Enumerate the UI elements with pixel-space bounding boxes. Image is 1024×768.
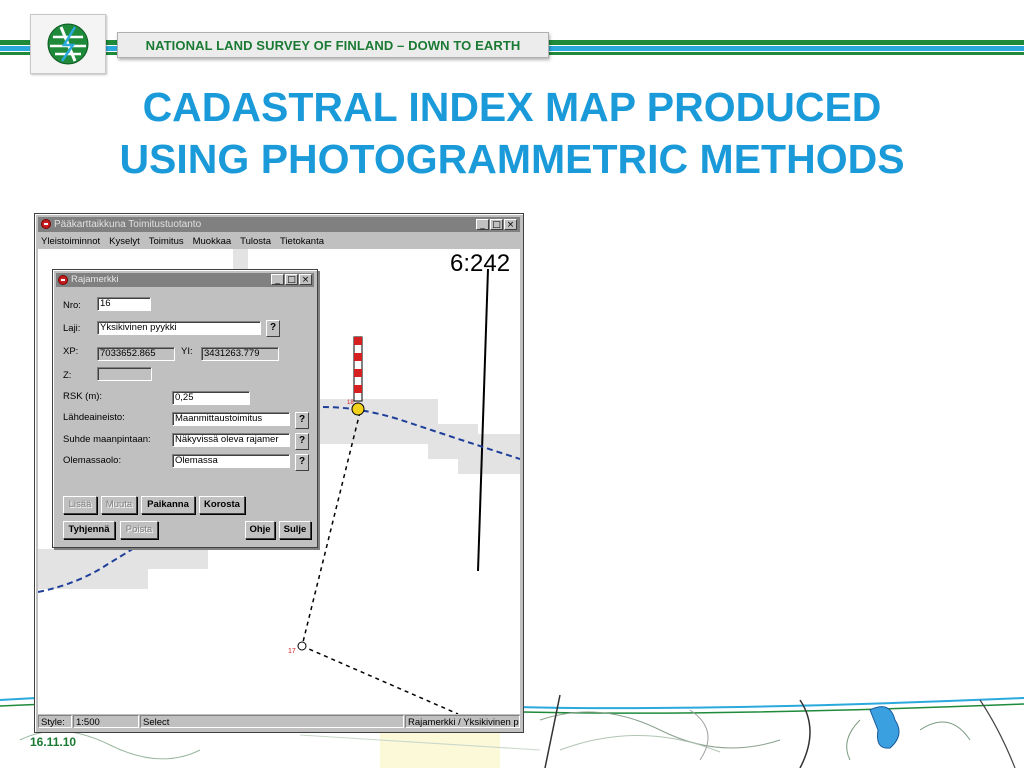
dialog-minimize-button[interactable]: _ [271, 274, 284, 285]
app-icon [58, 275, 68, 285]
z-field[interactable] [97, 367, 152, 381]
suhde-help-button[interactable]: ? [295, 433, 309, 450]
menu-muokkaa[interactable]: Muokkaa [193, 234, 232, 249]
dialog-maximize-button[interactable]: □ [285, 274, 298, 285]
muuta-button[interactable]: Muuta [101, 496, 137, 514]
z-label: Z: [63, 370, 72, 381]
xp-field[interactable]: 7033652.865 [97, 347, 175, 361]
laji-label: Laji: [63, 323, 81, 334]
suhde-label: Suhde maanpintaan: [63, 434, 151, 445]
dashed-boundary-line [301, 645, 459, 714]
laji-field[interactable]: Yksikivinen pyykki [97, 321, 261, 335]
xp-label: XP: [63, 346, 79, 357]
maximize-button[interactable]: □ [490, 219, 503, 230]
menu-tietokanta[interactable]: Tietokanta [280, 234, 324, 249]
window-title: Pääkarttaikkuna Toimitustuotanto [54, 219, 202, 230]
rajamerkki-dialog: Rajamerkki _ □ × Nro: 16 Laji: Yksikivin… [52, 269, 318, 548]
olemassaolo-label: Olemassaolo: [63, 455, 122, 466]
slide-title-line-2: USING PHOTOGRAMMETRIC METHODS [119, 136, 905, 182]
lahdeaineisto-label: Lähdeaineisto: [63, 412, 125, 423]
rsk-label: RSK (m): [63, 391, 103, 402]
boundary-line [477, 268, 489, 572]
tyhjenna-button[interactable]: Tyhjennä [63, 521, 115, 539]
menu-toimitus[interactable]: Toimitus [149, 234, 184, 249]
ohje-button[interactable]: Ohje [245, 521, 275, 539]
dialog-title: Rajamerkki [71, 274, 119, 285]
yi-label: YI: [181, 346, 193, 357]
yi-field[interactable]: 3431263.779 [201, 347, 279, 361]
lisaa-button[interactable]: Lisää [63, 496, 97, 514]
app-icon [41, 219, 51, 229]
nro-label: Nro: [63, 300, 81, 311]
paikanna-button[interactable]: Paikanna [141, 496, 195, 514]
parcel-number-label: 6:242 [450, 250, 510, 277]
olemassaolo-help-button[interactable]: ? [295, 454, 309, 471]
menu-bar: Yleistoiminnot Kyselyt Toimitus Muokkaa … [38, 234, 523, 249]
header-tagline: NATIONAL LAND SURVEY OF FINLAND – DOWN T… [117, 32, 549, 58]
laji-help-button[interactable]: ? [266, 320, 280, 337]
lahdeaineisto-field[interactable]: Maanmittaustoimitus [172, 412, 290, 426]
nls-logo [30, 14, 106, 74]
menu-kyselyt[interactable]: Kyselyt [109, 234, 140, 249]
slide-date: 16.11.10 [30, 735, 77, 749]
suhde-field[interactable]: Näkyvissä oleva rajamer [172, 433, 290, 447]
rsk-field[interactable]: 0,25 [172, 391, 250, 405]
window-controls: _ □ × [476, 219, 517, 230]
globe-logo-icon [47, 23, 89, 65]
dialog-window-controls: _ □ × [271, 274, 312, 285]
window-title-bar[interactable]: Pääkarttaikkuna Toimitustuotanto _ □ × [38, 217, 520, 232]
dialog-title-bar[interactable]: Rajamerkki _ □ × [56, 273, 314, 287]
minimize-button[interactable]: _ [476, 219, 489, 230]
menu-tulosta[interactable]: Tulosta [240, 234, 271, 249]
status-feature: Rajamerkki / Yksikivinen pyy [405, 715, 520, 728]
slide-title-line-1: CADASTRAL INDEX MAP PRODUCED [142, 84, 882, 130]
nro-field[interactable]: 16 [97, 297, 151, 311]
status-bar: Style: 1:500 Select Rajamerkki / Yksikiv… [38, 714, 520, 730]
menu-yleistoiminnot[interactable]: Yleistoiminnot [41, 234, 100, 249]
parcel-area [318, 399, 478, 459]
sulje-button[interactable]: Sulje [279, 521, 311, 539]
status-scale: 1:500 [73, 715, 139, 728]
status-mode: Select [140, 715, 404, 728]
korosta-button[interactable]: Korosta [199, 496, 245, 514]
status-style-label: Style: [38, 715, 72, 728]
point-label-18: 18 [347, 400, 354, 406]
parcel-area [458, 434, 520, 474]
boundary-point-17[interactable] [297, 641, 307, 651]
lahdeaineisto-help-button[interactable]: ? [295, 412, 309, 429]
close-button[interactable]: × [504, 219, 517, 230]
poista-button[interactable]: Poista [120, 521, 158, 539]
dialog-close-button[interactable]: × [299, 274, 312, 285]
point-label-17: 17 [288, 648, 296, 655]
olemassaolo-field[interactable]: Olemassa [172, 454, 290, 468]
